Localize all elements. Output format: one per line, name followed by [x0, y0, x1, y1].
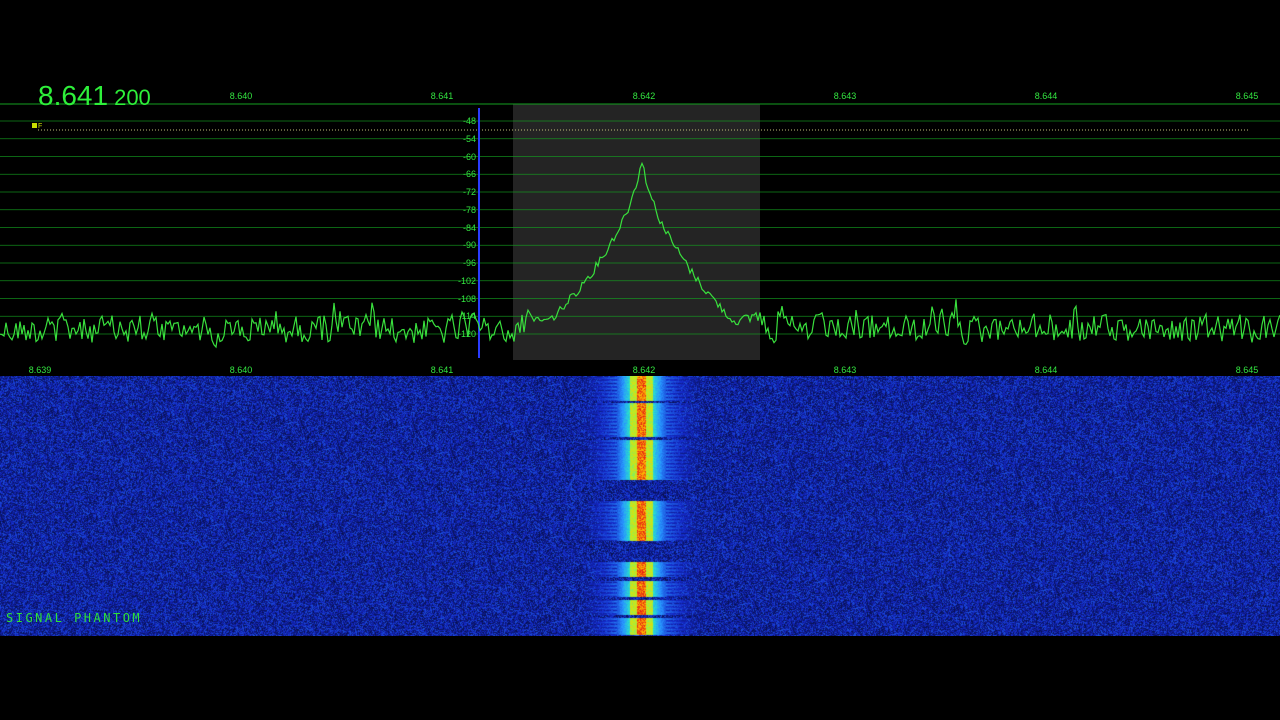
- frequency-marker[interactable]: F: [32, 123, 42, 130]
- db-scale-label: -54: [462, 134, 476, 144]
- bottom-scale-tick: 8.645: [1235, 365, 1259, 375]
- db-scale-label: -66: [462, 169, 476, 179]
- bottom-scale-tick: 8.640: [229, 365, 253, 375]
- db-scale-label: -114: [458, 311, 476, 321]
- frequency-readout[interactable]: 8.641 200: [38, 80, 151, 112]
- db-scale-label: -120: [457, 329, 476, 339]
- db-scale-label: -102: [457, 276, 476, 286]
- top-scale-tick: 8.643: [833, 91, 857, 101]
- top-scale-tick: 8.641: [430, 91, 454, 101]
- passband-highlight: [513, 104, 760, 360]
- marker-square-icon: [32, 123, 37, 128]
- db-scale-label: -48: [462, 116, 476, 126]
- bottom-scale-tick: 8.641: [430, 365, 454, 375]
- waterfall-display[interactable]: [0, 376, 1280, 636]
- frequency-sub-digits: 200: [114, 85, 151, 110]
- bottom-scale-tick: 8.642: [632, 365, 656, 375]
- db-scale-label: -90: [462, 240, 476, 250]
- top-scale-tick: 8.640: [229, 91, 253, 101]
- top-scale-tick: 8.644: [1034, 91, 1058, 101]
- top-scale-tick: 8.642: [632, 91, 656, 101]
- bottom-scale-tick: 8.644: [1034, 365, 1058, 375]
- db-scale-label: -96: [462, 258, 476, 268]
- bottom-scale-tick: 8.639: [28, 365, 52, 375]
- db-scale-label: -78: [462, 205, 476, 215]
- db-scale-label: -72: [462, 187, 476, 197]
- db-scale-label: -60: [462, 152, 476, 162]
- bottom-scale-tick: 8.643: [833, 365, 857, 375]
- db-scale-label: -108: [457, 294, 476, 304]
- marker-label: F: [38, 123, 43, 130]
- db-scale-label: -84: [462, 223, 476, 233]
- spectrum-display[interactable]: [0, 0, 1280, 376]
- frequency-main-digits: 8.641: [38, 80, 109, 111]
- brand-watermark: SIGNAL PHANTOM: [6, 611, 143, 625]
- top-scale-tick: 8.645: [1235, 91, 1259, 101]
